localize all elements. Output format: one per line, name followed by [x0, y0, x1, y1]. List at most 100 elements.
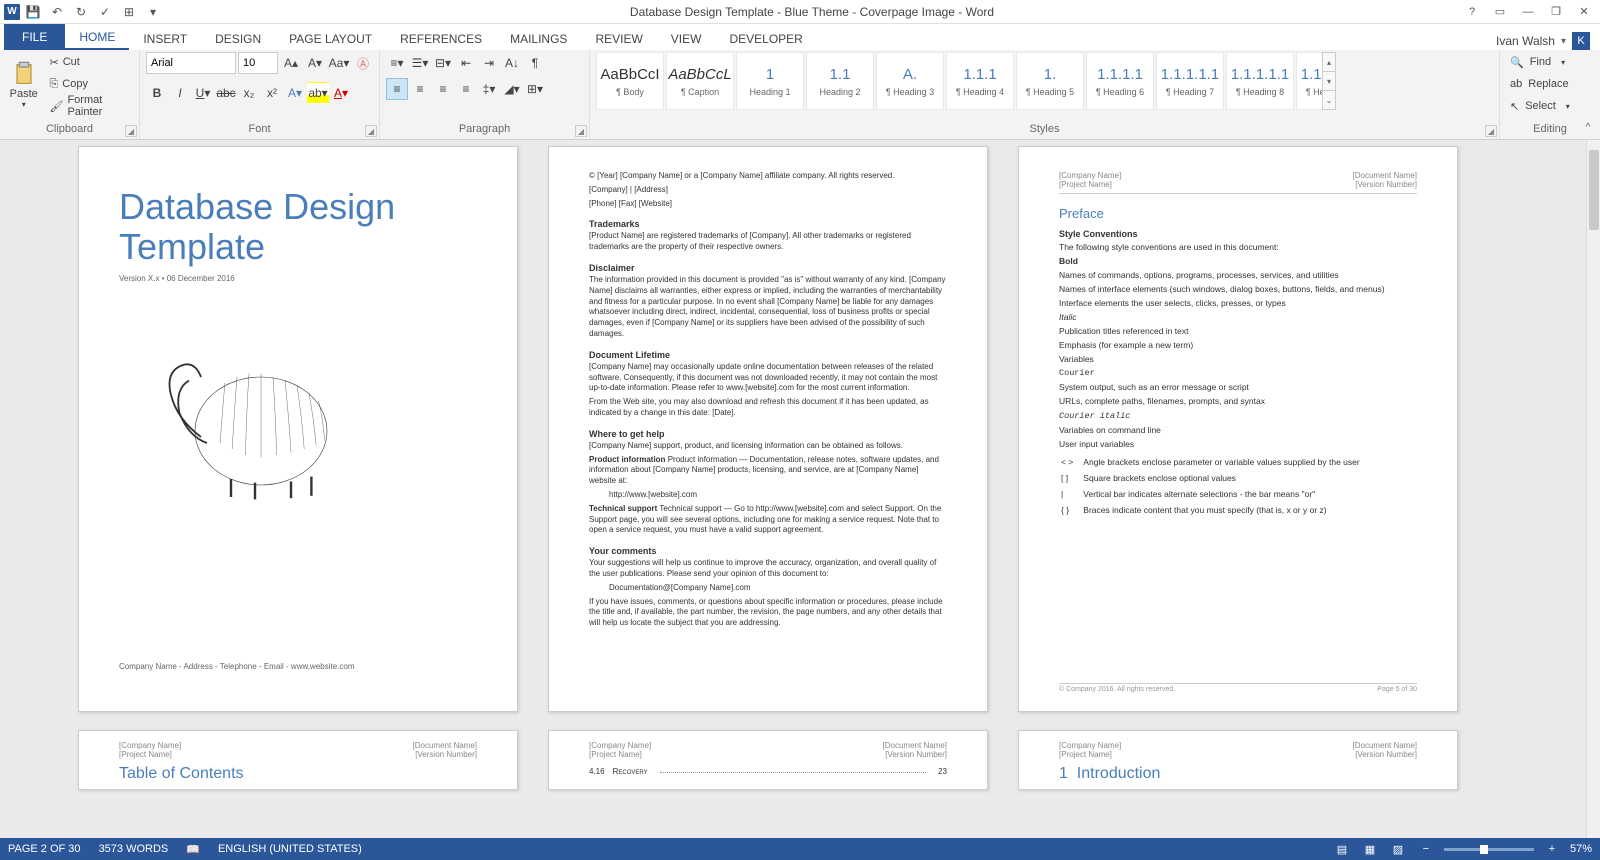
font-size-select[interactable]: [238, 52, 278, 74]
multilevel-list-button[interactable]: ⊟▾: [432, 52, 454, 74]
align-right-button[interactable]: ≡: [432, 78, 454, 100]
touch-mode-icon[interactable]: ⊞: [118, 2, 140, 22]
window-title: Database Design Template - Blue Theme - …: [164, 5, 1460, 19]
tab-insert[interactable]: INSERT: [129, 28, 201, 50]
cover-image: [119, 313, 379, 513]
group-label-paragraph: Paragraph: [386, 123, 583, 137]
tab-review[interactable]: REVIEW: [581, 28, 656, 50]
paste-button[interactable]: Paste ▾: [6, 52, 41, 116]
tab-mailings[interactable]: MAILINGS: [496, 28, 581, 50]
close-icon[interactable]: ✕: [1572, 2, 1596, 22]
style-item[interactable]: 1.1.1.1.1¶ Heading 7: [1156, 52, 1224, 110]
save-icon[interactable]: 💾: [22, 2, 44, 22]
show-marks-button[interactable]: ¶: [524, 52, 546, 74]
gallery-more-icon[interactable]: ⌄: [1323, 91, 1335, 109]
format-painter-button[interactable]: 🖌Format Painter: [45, 96, 133, 116]
copy-button[interactable]: ⎘Copy: [45, 74, 133, 94]
gallery-scroll-up-icon[interactable]: ▴: [1323, 53, 1335, 72]
italic-button[interactable]: I: [169, 82, 191, 104]
tab-view[interactable]: VIEW: [657, 28, 716, 50]
zoom-in-icon[interactable]: +: [1542, 841, 1562, 857]
ribbon-display-icon[interactable]: ▭: [1488, 2, 1512, 22]
user-avatar[interactable]: K: [1572, 32, 1590, 50]
user-menu-chevron-icon[interactable]: ▾: [1561, 36, 1566, 47]
restore-icon[interactable]: ❐: [1544, 2, 1568, 22]
styles-gallery[interactable]: AaBbCcI¶ BodyAaBbCcL¶ Caption1Heading 11…: [596, 52, 1336, 116]
scroll-thumb[interactable]: [1589, 150, 1599, 230]
user-name[interactable]: Ivan Walsh: [1496, 34, 1555, 48]
group-label-font: Font: [146, 123, 373, 137]
numbering-button[interactable]: ☰▾: [409, 52, 431, 74]
statusbar: PAGE 2 OF 30 3573 WORDS 📖 ENGLISH (UNITE…: [0, 838, 1600, 860]
shrink-font-button[interactable]: A▾: [304, 52, 326, 74]
document-canvas[interactable]: Database Design Template Version X.x • 0…: [0, 140, 1586, 838]
status-words[interactable]: 3573 WORDS: [99, 843, 169, 855]
spelling-icon[interactable]: ✓: [94, 2, 116, 22]
highlight-button[interactable]: ab▾: [307, 82, 329, 104]
font-color-button[interactable]: A▾: [330, 82, 352, 104]
zoom-out-icon[interactable]: −: [1416, 841, 1436, 857]
style-item[interactable]: AaBbCcI¶ Body: [596, 52, 664, 110]
increase-indent-button[interactable]: ⇥: [478, 52, 500, 74]
text-effects-button[interactable]: A▾: [284, 82, 306, 104]
replace-button[interactable]: abReplace: [1506, 74, 1594, 94]
bold-button[interactable]: B: [146, 82, 168, 104]
font-name-select[interactable]: [146, 52, 236, 74]
justify-button[interactable]: ≡: [455, 78, 477, 100]
shading-button[interactable]: ◢▾: [501, 78, 523, 100]
view-read-icon[interactable]: ▤: [1332, 841, 1352, 857]
style-item[interactable]: 1.1.1.1.1¶ Heading 8: [1226, 52, 1294, 110]
tab-developer[interactable]: DEVELOPER: [715, 28, 816, 50]
subscript-button[interactable]: x₂: [238, 82, 260, 104]
style-item[interactable]: A.¶ Heading 3: [876, 52, 944, 110]
align-center-button[interactable]: ≡: [409, 78, 431, 100]
status-language[interactable]: ENGLISH (UNITED STATES): [218, 843, 362, 855]
vertical-scrollbar[interactable]: [1586, 140, 1600, 838]
superscript-button[interactable]: x²: [261, 82, 283, 104]
view-web-icon[interactable]: ▨: [1388, 841, 1408, 857]
zoom-level[interactable]: 57%: [1570, 843, 1592, 855]
sort-button[interactable]: A↓: [501, 52, 523, 74]
select-icon: ↖: [1510, 100, 1519, 113]
style-item[interactable]: 1.1.1.1¶ Heading 6: [1086, 52, 1154, 110]
style-item[interactable]: 1.¶ Heading 5: [1016, 52, 1084, 110]
tab-home[interactable]: HOME: [65, 26, 129, 50]
strikethrough-button[interactable]: abc: [215, 82, 237, 104]
decrease-indent-button[interactable]: ⇤: [455, 52, 477, 74]
status-page[interactable]: PAGE 2 OF 30: [8, 843, 81, 855]
clipboard-launcher-icon[interactable]: ◢: [125, 125, 137, 137]
minimize-icon[interactable]: —: [1516, 2, 1540, 22]
cut-button[interactable]: ✂Cut: [45, 52, 133, 72]
redo-icon[interactable]: ↻: [70, 2, 92, 22]
change-case-button[interactable]: Aa▾: [328, 52, 350, 74]
style-item[interactable]: 1Heading 1: [736, 52, 804, 110]
font-launcher-icon[interactable]: ◢: [365, 125, 377, 137]
line-spacing-button[interactable]: ‡▾: [478, 78, 500, 100]
style-item[interactable]: 1.1.1¶ Heading 4: [946, 52, 1014, 110]
underline-button[interactable]: U▾: [192, 82, 214, 104]
gallery-scroll-down-icon[interactable]: ▾: [1323, 72, 1335, 91]
qat-customize-icon[interactable]: ▾: [142, 2, 164, 22]
tab-references[interactable]: REFERENCES: [386, 28, 496, 50]
grow-font-button[interactable]: A▴: [280, 52, 302, 74]
collapse-ribbon-icon[interactable]: ^: [1580, 119, 1596, 135]
tab-file[interactable]: FILE: [4, 24, 65, 50]
tab-design[interactable]: DESIGN: [201, 28, 275, 50]
borders-button[interactable]: ⊞▾: [524, 78, 546, 100]
bullets-button[interactable]: ≡▾: [386, 52, 408, 74]
view-print-icon[interactable]: ▦: [1360, 841, 1380, 857]
style-item[interactable]: AaBbCcL¶ Caption: [666, 52, 734, 110]
find-button[interactable]: 🔍Find▾: [1506, 52, 1594, 72]
select-button[interactable]: ↖Select▾: [1506, 96, 1594, 116]
status-proofing-icon[interactable]: 📖: [186, 843, 200, 856]
clear-formatting-button[interactable]: Ⓐ: [352, 52, 374, 74]
page-stub-recovery: [Company Name][Project Name][Document Na…: [548, 730, 988, 790]
tab-page-layout[interactable]: PAGE LAYOUT: [275, 28, 386, 50]
help-icon[interactable]: ?: [1460, 2, 1484, 22]
styles-launcher-icon[interactable]: ◢: [1485, 125, 1497, 137]
style-item[interactable]: 1.1Heading 2: [806, 52, 874, 110]
undo-icon[interactable]: ↶: [46, 2, 68, 22]
zoom-slider[interactable]: [1444, 848, 1534, 851]
align-left-button[interactable]: ≡: [386, 78, 408, 100]
paragraph-launcher-icon[interactable]: ◢: [575, 125, 587, 137]
